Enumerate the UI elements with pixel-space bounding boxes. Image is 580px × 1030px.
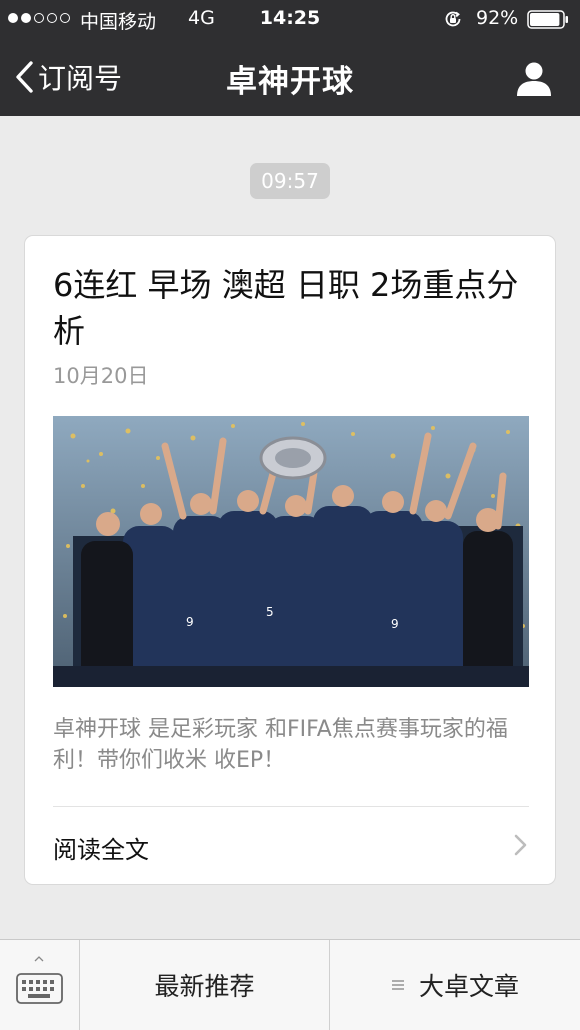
trophy-celebration-photo: 9 5 9 bbox=[53, 416, 529, 687]
menu-articles[interactable]: 大卓文章 bbox=[330, 940, 580, 1030]
nav-bar: 订阅号 卓神开球 bbox=[0, 38, 580, 116]
article-title: 6连红 早场 澳超 日职 2场重点分析 bbox=[53, 266, 519, 350]
svg-text:9: 9 bbox=[186, 615, 194, 629]
menu-item-label: 大卓文章 bbox=[418, 972, 519, 1001]
battery-percent: 92% bbox=[476, 7, 519, 29]
menu-item-label: 最新推荐 bbox=[154, 972, 255, 1001]
submenu-list-icon bbox=[391, 980, 404, 990]
svg-text:5: 5 bbox=[266, 605, 274, 619]
status-bar: 中国移动 4G 14:25 92% bbox=[0, 0, 580, 38]
top-bar: 中国移动 4G 14:25 92% 订阅号 卓神开球 bbox=[0, 0, 580, 116]
svg-text:9: 9 bbox=[391, 617, 399, 631]
article-card[interactable]: 6连红 早场 澳超 日职 2场重点分析 10月20日 9 5 9 卓神开球 是足… bbox=[24, 235, 556, 885]
keyboard-icon bbox=[16, 973, 63, 1004]
rotation-lock-icon bbox=[445, 11, 461, 27]
read-more-button[interactable]: 阅读全文 bbox=[53, 807, 529, 883]
menu-latest-recommendations[interactable]: 最新推荐 bbox=[80, 940, 330, 1030]
chevron-right-icon bbox=[514, 834, 527, 856]
person-icon[interactable] bbox=[514, 58, 554, 98]
caret-up-icon bbox=[34, 956, 44, 962]
read-more-label: 阅读全文 bbox=[53, 836, 149, 864]
message-timestamp: 09:57 bbox=[250, 163, 330, 199]
bottom-menu-bar: 最新推荐 大卓文章 bbox=[0, 939, 580, 1030]
article-summary: 卓神开球 是足彩玩家 和FIFA焦点赛事玩家的福利！带你们收米 收EP！ bbox=[53, 717, 508, 773]
keyboard-toggle-button[interactable] bbox=[0, 940, 80, 1030]
battery-icon bbox=[527, 10, 568, 29]
page-title: 卓神开球 bbox=[226, 64, 354, 100]
article-cover-image: 9 5 9 bbox=[53, 416, 529, 687]
article-date: 10月20日 bbox=[53, 364, 149, 388]
